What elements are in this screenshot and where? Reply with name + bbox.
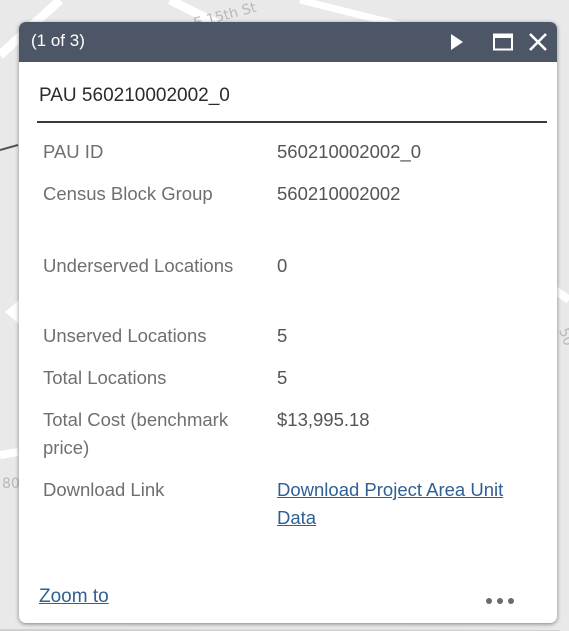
attr-label-underserved-locations: Underserved Locations <box>43 255 234 276</box>
attr-label-pau-id: PAU ID <box>43 141 104 162</box>
attr-label-total-locations: Total Locations <box>43 367 167 388</box>
attr-value-total-locations: 5 <box>277 367 288 388</box>
popup-body: PAU 560210002002_0 PAU ID 560210002002_0… <box>19 62 557 623</box>
attr-value-pau-id: 560210002002_0 <box>277 141 422 162</box>
close-button[interactable] <box>525 29 551 55</box>
attr-value-unserved-locations: 5 <box>277 325 288 346</box>
more-actions-button[interactable] <box>483 594 521 608</box>
popup-header: (1 of 3) <box>19 22 557 62</box>
ellipsis-icon <box>486 598 514 604</box>
maximize-icon <box>493 33 513 51</box>
attr-value-underserved-locations: 0 <box>277 255 288 276</box>
feature-counter: (1 of 3) <box>31 31 85 50</box>
next-feature-button[interactable] <box>443 29 469 55</box>
feature-popup: (1 of 3) PAU 560210002002_0 PAU ID 56021… <box>19 22 557 623</box>
zoom-to-link[interactable]: Zoom to <box>39 586 109 608</box>
map-edge-label-left: 80 <box>2 476 20 492</box>
attr-label-total-cost: Total Cost (benchmark price) <box>43 409 229 458</box>
title-divider <box>37 121 547 123</box>
next-icon <box>451 34 463 50</box>
attr-label-census-block-group: Census Block Group <box>43 183 213 204</box>
attr-value-download-link: Download Project Area Unit Data <box>277 476 547 532</box>
attr-label-download-link: Download Link <box>43 479 165 500</box>
attr-value-total-cost: $13,995.18 <box>277 409 370 430</box>
download-project-area-link[interactable]: Download Project Area Unit Data <box>277 479 503 528</box>
attr-value-census-block-group: 560210002002 <box>277 183 401 204</box>
feature-title: PAU 560210002002_0 <box>39 85 230 106</box>
maximize-button[interactable] <box>490 29 516 55</box>
close-icon <box>529 33 547 51</box>
attr-label-unserved-locations: Unserved Locations <box>43 325 207 346</box>
